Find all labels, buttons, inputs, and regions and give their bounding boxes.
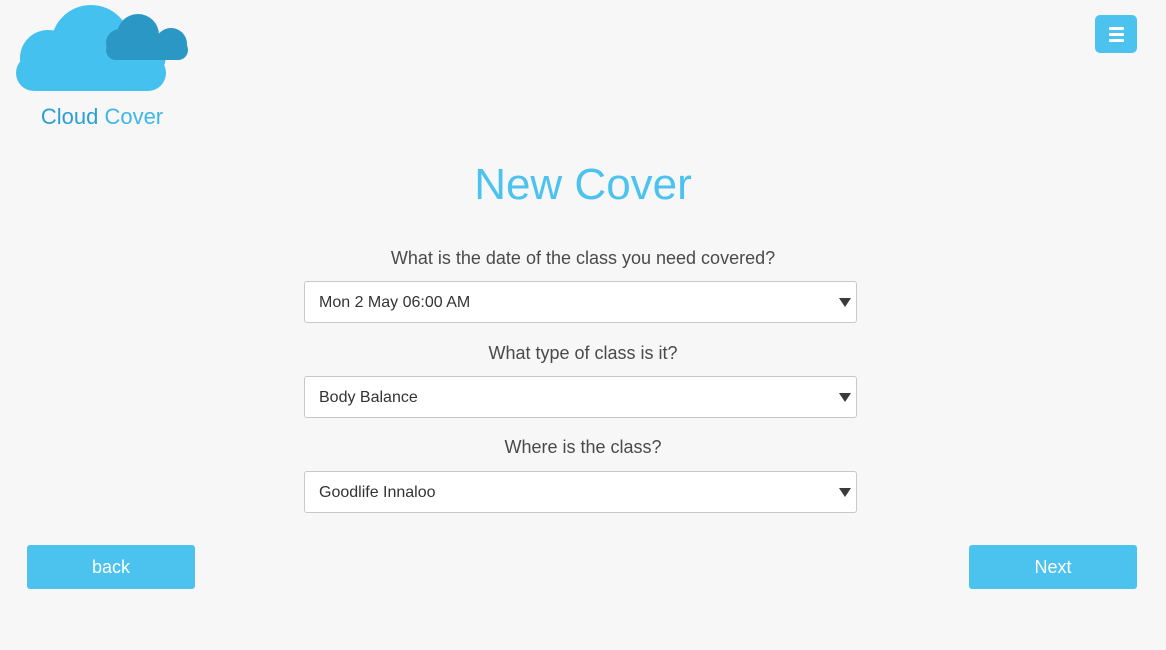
class-type-select-value: Body Balance <box>319 389 418 406</box>
new-cover-page: Cloud Cover New Cover What is the date o… <box>0 0 1166 650</box>
app-logo[interactable]: Cloud Cover <box>14 3 190 133</box>
location-select[interactable]: Goodlife Innaloo <box>304 471 857 513</box>
cloud-logo-icon <box>16 5 188 91</box>
logo-word-cloud: Cloud <box>40 104 99 129</box>
location-question-label: Where is the class? <box>504 437 662 457</box>
logo-word-cover: Cover <box>104 104 164 129</box>
caret-down-icon <box>839 298 851 307</box>
date-select-value: Mon 2 May 06:00 AM <box>319 294 471 311</box>
location-select-value: Goodlife Innaloo <box>319 484 436 501</box>
logo-text: Cloud Cover <box>14 104 190 130</box>
class-type-question-label: What type of class is it? <box>488 343 678 363</box>
caret-down-icon <box>839 488 851 497</box>
date-question-label: What is the date of the class you need c… <box>390 248 776 268</box>
date-select[interactable]: Mon 2 May 06:00 AM <box>304 281 857 323</box>
class-type-select[interactable]: Body Balance <box>304 376 857 418</box>
back-button[interactable]: back <box>27 545 195 589</box>
page-title: New Cover <box>474 160 692 209</box>
caret-down-icon <box>839 393 851 402</box>
next-button[interactable]: Next <box>969 545 1137 589</box>
menu-button[interactable] <box>1095 15 1137 53</box>
